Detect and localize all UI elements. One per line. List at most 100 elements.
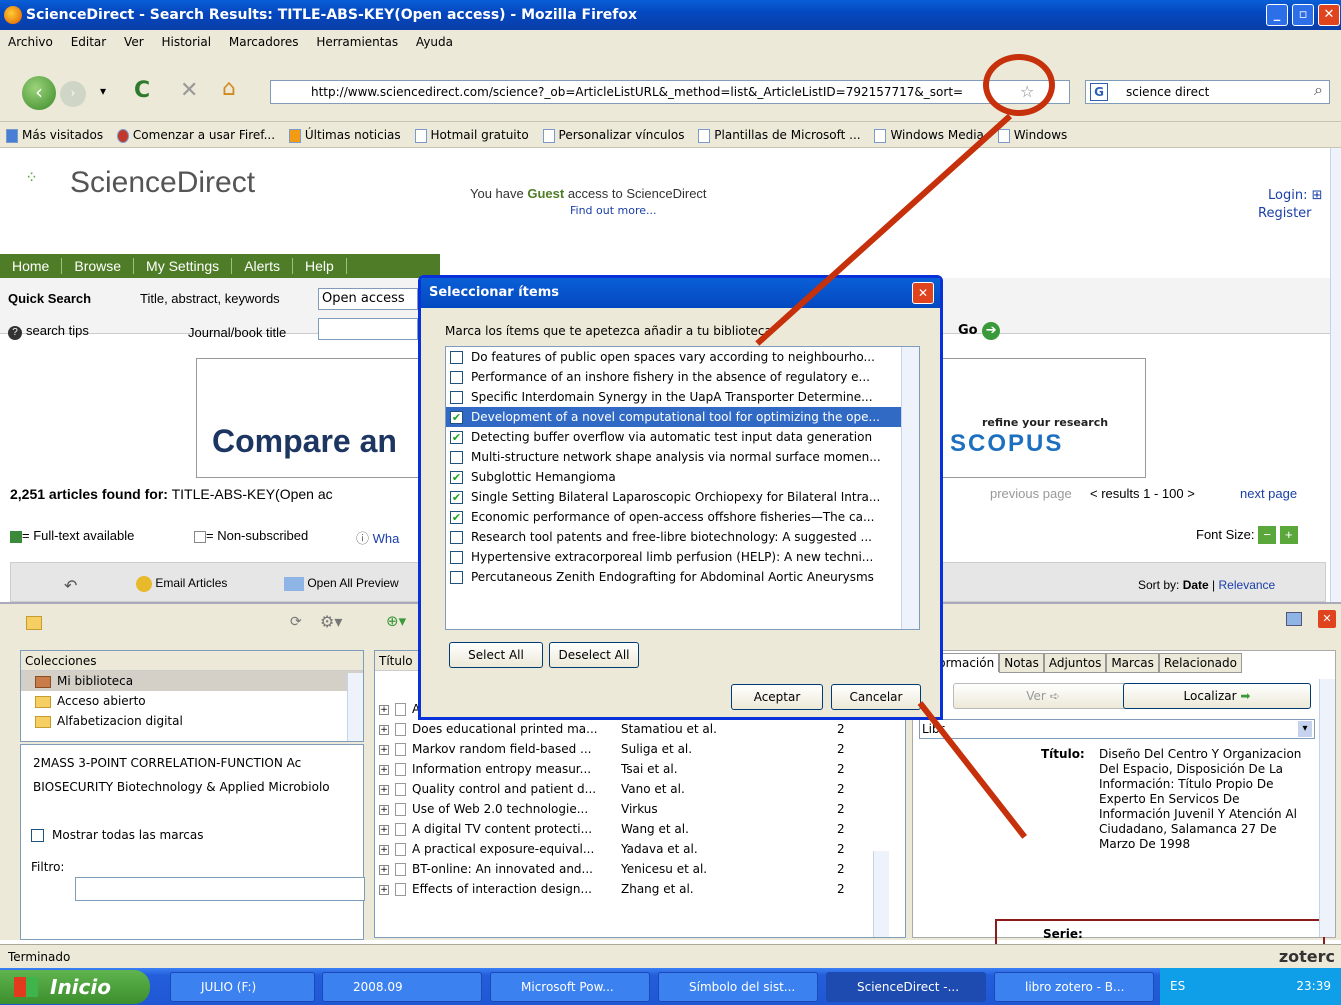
task-2008-09[interactable]: 2008.09 xyxy=(322,972,482,1002)
nav-help[interactable]: Help xyxy=(292,258,347,274)
language-indicator[interactable]: ES xyxy=(1170,968,1185,1005)
prev-page-link[interactable]: previous page xyxy=(990,486,1072,501)
table-row[interactable]: + Quality control and patient d... Vano et… xyxy=(375,779,905,799)
bookmark-windows-media[interactable]: Windows Media xyxy=(874,122,984,148)
url-input[interactable]: http://www.sciencedirect.com/science?_ob… xyxy=(270,80,1070,104)
dialog-item[interactable]: Percutaneous Zenith Endografting for Abd… xyxy=(446,567,919,587)
expand-icon[interactable]: + xyxy=(379,824,389,835)
deselect-all-button[interactable]: Deselect All xyxy=(549,642,639,668)
checkbox-icon[interactable]: ✔ xyxy=(450,471,463,484)
task-cmd[interactable]: Símbolo del sist... xyxy=(658,972,818,1002)
nav-home[interactable]: Home xyxy=(0,258,63,274)
bookmark-plantillas[interactable]: Plantillas de Microsoft ... xyxy=(698,122,861,148)
zotero-close-icon[interactable]: ✕ xyxy=(1318,610,1336,628)
search-input[interactable]: science direct xyxy=(1085,80,1330,104)
expand-icon[interactable]: + xyxy=(379,844,389,855)
dialog-item[interactable]: Hypertensive extracorporeal limb perfusi… xyxy=(446,547,919,567)
sort-relevance-link[interactable]: Relevance xyxy=(1219,578,1276,592)
expand-icon[interactable]: + xyxy=(379,724,389,735)
item-type-select[interactable]: Libr ▾ xyxy=(919,719,1315,739)
bookmark-mas-visitados[interactable]: Más visitados xyxy=(6,122,103,148)
dialog-item[interactable]: ✔ Development of a novel computational to… xyxy=(446,407,919,427)
collections-scrollbar[interactable] xyxy=(347,673,363,741)
dialog-close-button[interactable]: ✕ xyxy=(912,282,934,304)
collection-acceso-abierto[interactable]: Acceso abierto xyxy=(21,691,363,711)
menu-ver[interactable]: Ver xyxy=(124,35,144,49)
settings-gear-icon[interactable]: ⚙▾ xyxy=(320,612,342,631)
table-row[interactable]: + BT-online: An innovated and... Yenicesu … xyxy=(375,859,905,879)
checkbox-icon[interactable] xyxy=(450,531,463,544)
expand-icon[interactable]: + xyxy=(379,804,389,815)
zotero-status-icon[interactable]: zoterc xyxy=(1279,945,1335,969)
table-row[interactable]: + Information entropy measur... Tsai et al… xyxy=(375,759,905,779)
dialog-item[interactable]: ✔ Single Setting Bilateral Laparoscopic O… xyxy=(446,487,919,507)
collection-alfabetizacion[interactable]: Alfabetizacion digital xyxy=(21,711,363,731)
maximize-button[interactable]: ▫ xyxy=(1292,4,1314,26)
table-row[interactable]: + Markov random field-based ... Suliga et … xyxy=(375,739,905,759)
email-articles-button[interactable]: Email Articles xyxy=(136,576,227,592)
page-scrollbar[interactable] xyxy=(1330,148,1341,602)
checkbox-icon[interactable] xyxy=(450,391,463,404)
dialog-item[interactable]: ✔ Subglottic Hemangioma xyxy=(446,467,919,487)
dialog-item[interactable]: Specific Interdomain Synergy in the UapA… xyxy=(446,387,919,407)
table-row[interactable]: + Does educational printed ma... Stamatiou… xyxy=(375,719,905,739)
locate-button[interactable]: Localizar ➡ xyxy=(1123,683,1311,709)
login-link[interactable]: Login: ⊞ xyxy=(1268,188,1322,203)
tag-filter-input[interactable] xyxy=(75,877,365,901)
dialog-item[interactable]: ✔ Economic performance of open-access off… xyxy=(446,507,919,527)
dialog-item[interactable]: Performance of an inshore fishery in the… xyxy=(446,367,919,387)
google-engine-icon[interactable]: G xyxy=(1090,83,1108,101)
checkbox-icon[interactable]: ✔ xyxy=(450,431,463,444)
font-larger-icon[interactable]: + xyxy=(1279,526,1298,544)
tags-row[interactable]: BIOSECURITY Biotechnology & Applied Micr… xyxy=(21,777,363,797)
back-button[interactable]: ‹ xyxy=(22,76,56,110)
tab-marcas[interactable]: Marcas xyxy=(1106,653,1159,673)
dialog-list-scrollbar[interactable] xyxy=(901,347,919,629)
checkbox-icon[interactable] xyxy=(450,551,463,564)
accept-button[interactable]: Aceptar xyxy=(731,684,823,710)
nav-alerts[interactable]: Alerts xyxy=(232,258,293,274)
menu-herramientas[interactable]: Herramientas xyxy=(316,35,398,49)
task-julio[interactable]: JULIO (F:) xyxy=(170,972,315,1002)
search-tips-link[interactable]: ? search tips xyxy=(8,323,89,340)
checkbox-icon[interactable]: ✔ xyxy=(450,411,463,424)
select-all-button[interactable]: Select All xyxy=(449,642,543,668)
journal-title-input[interactable] xyxy=(318,318,418,340)
menu-historial[interactable]: Historial xyxy=(161,35,211,49)
dialog-item[interactable]: Multi-structure network shape analysis v… xyxy=(446,447,919,467)
title-abstract-input[interactable]: Open access xyxy=(318,288,418,310)
expand-icon[interactable]: + xyxy=(379,704,389,715)
items-scrollbar[interactable] xyxy=(873,851,889,937)
fullscreen-icon[interactable] xyxy=(1286,612,1302,626)
new-collection-icon[interactable] xyxy=(26,616,42,630)
checkbox-icon[interactable] xyxy=(450,571,463,584)
task-powerpoint[interactable]: Microsoft Pow... xyxy=(490,972,650,1002)
home-icon[interactable]: ⌂ xyxy=(222,76,236,101)
table-row[interactable]: + A digital TV content protecti... Wang et… xyxy=(375,819,905,839)
menu-marcadores[interactable]: Marcadores xyxy=(229,35,299,49)
table-row[interactable]: + A practical exposure-equival... Yadava e… xyxy=(375,839,905,859)
new-item-icon[interactable]: ⊕▾ xyxy=(386,612,406,630)
collection-mi-biblioteca[interactable]: Mi biblioteca xyxy=(21,671,363,691)
menu-archivo[interactable]: Archivo xyxy=(8,35,53,49)
dialog-item[interactable]: Do features of public open spaces vary a… xyxy=(446,347,919,367)
view-button[interactable]: Ver ➪ xyxy=(953,683,1133,709)
close-button[interactable]: ✕ xyxy=(1318,4,1340,26)
dialog-item[interactable]: ✔ Detecting buffer overflow via automatic… xyxy=(446,427,919,447)
stop-icon[interactable]: ✕ xyxy=(180,78,198,103)
start-button[interactable]: Inicio xyxy=(0,970,150,1004)
share-icon[interactable]: ↶ xyxy=(64,576,77,595)
title-field-value[interactable]: Diseño Del Centro Y Organizacion Del Esp… xyxy=(1099,747,1309,852)
bookmark-comenzar[interactable]: Comenzar a usar Firef... xyxy=(116,122,275,148)
next-page-link[interactable]: next page xyxy=(1240,486,1297,501)
checkbox-icon[interactable] xyxy=(450,451,463,464)
expand-icon[interactable]: + xyxy=(379,744,389,755)
font-smaller-icon[interactable]: − xyxy=(1258,526,1277,544)
checkbox-icon[interactable]: ✔ xyxy=(450,491,463,504)
cancel-button[interactable]: Cancelar xyxy=(831,684,921,710)
nav-my-settings[interactable]: My Settings xyxy=(134,258,233,274)
checkbox-icon[interactable]: ✔ xyxy=(450,511,463,524)
checkbox-icon[interactable] xyxy=(450,351,463,364)
table-row[interactable]: + Use of Web 2.0 technologie... Virkus 2 xyxy=(375,799,905,819)
dialog-item[interactable]: Research tool patents and free-libre bio… xyxy=(446,527,919,547)
